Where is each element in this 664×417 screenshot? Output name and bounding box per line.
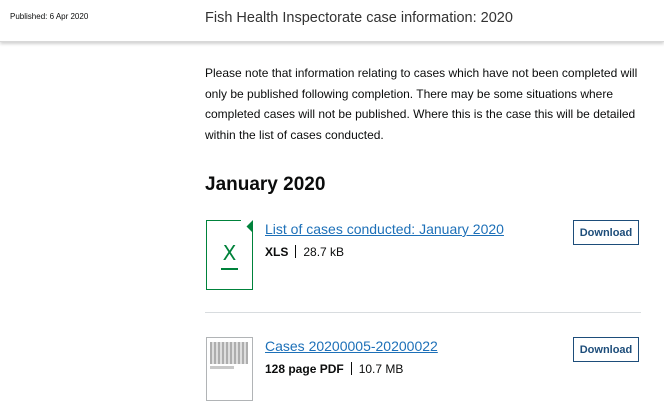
notice-text: Please note that information relating to… [205, 66, 638, 142]
download-button[interactable]: Download [573, 337, 639, 362]
spreadsheet-thumbnail[interactable]: X [206, 219, 254, 290]
attachment-item: Cases 20200005-20200022 128 page PDF 10.7… [205, 336, 641, 402]
attachment-divider [205, 312, 641, 313]
spreadsheet-underline [221, 268, 238, 270]
spreadsheet-x-icon: X [222, 241, 237, 265]
meta-separator [295, 245, 297, 258]
section-heading: January 2020 [205, 174, 326, 195]
meta-separator [350, 362, 352, 375]
attachment-title-link[interactable]: List of cases conducted: January 2020 [265, 221, 504, 237]
attachment-item: X List of cases conducted: January 2020 … [205, 219, 641, 290]
attachment-metadata: 128 page PDF 10.7 MB [265, 362, 403, 376]
published-date: Published: 6 Apr 2020 [10, 12, 89, 21]
file-size: 10.7 MB [358, 362, 404, 376]
file-format: 128 page PDF [265, 362, 344, 376]
pdf-thumbnail[interactable] [206, 337, 253, 401]
file-size: 28.7 kB [303, 245, 345, 259]
file-format: XLS [265, 245, 289, 259]
top-bar: Published: 6 Apr 2020 Fish Health Inspec… [0, 0, 664, 42]
page-title: Fish Health Inspectorate case informatio… [205, 10, 513, 26]
attachment-metadata: XLS 28.7 kB [265, 245, 344, 259]
pdf-page-preview [210, 342, 248, 364]
download-button[interactable]: Download [573, 220, 639, 245]
attachment-title-link[interactable]: Cases 20200005-20200022 [265, 338, 438, 354]
